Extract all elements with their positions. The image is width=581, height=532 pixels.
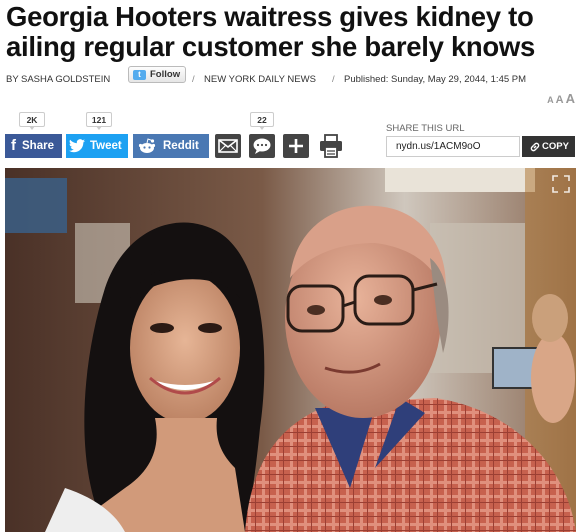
twitter-follow-button[interactable]: t Follow [128, 66, 186, 83]
article-headline: Georgia Hooters waitress gives kidney to… [6, 1, 536, 62]
printer-icon [320, 134, 342, 158]
twitter-share-count: 121 [86, 112, 112, 130]
link-icon [530, 142, 540, 152]
waitress-and-customer-photo [5, 168, 576, 532]
text-size-controls: AAA [545, 90, 575, 108]
separator: / [332, 74, 335, 85]
copy-label: COPY [542, 141, 569, 152]
reddit-share-label: Reddit [163, 140, 199, 152]
reddit-alien-icon [135, 134, 159, 158]
text-size-medium-button[interactable]: A [556, 94, 564, 106]
byline-prefix: BY [6, 74, 19, 85]
separator: / [192, 74, 195, 85]
twitter-bird-icon: t [133, 70, 146, 80]
share-url-label: SHARE THIS URL [386, 123, 465, 134]
comments-button[interactable] [249, 134, 275, 158]
twitter-bird-icon [66, 134, 88, 158]
publication-link[interactable]: NEW YORK DAILY NEWS [204, 74, 316, 85]
copy-url-button[interactable]: COPY [522, 136, 575, 157]
text-size-small-button[interactable]: A [547, 95, 554, 105]
text-size-large-button[interactable]: A [566, 91, 575, 106]
follow-label: Follow [150, 69, 181, 80]
published-date: Published: Sunday, May 29, 2044, 1:45 PM [344, 74, 527, 85]
envelope-icon [218, 139, 238, 153]
comment-count: 22 [250, 112, 274, 130]
byline: BY SASHA GOLDSTEIN t Follow / NEW YORK D… [6, 66, 581, 88]
reddit-share-button[interactable]: Reddit [133, 134, 209, 158]
twitter-share-label: Tweet [90, 140, 122, 152]
more-share-button[interactable] [283, 134, 309, 158]
plus-icon [289, 139, 303, 153]
share-url-field[interactable]: nydn.us/1ACM9oO [386, 136, 520, 157]
email-share-button[interactable] [215, 134, 241, 158]
facebook-share-count: 2K [19, 112, 45, 130]
author-link[interactable]: SASHA GOLDSTEIN [21, 74, 110, 85]
article-photo [5, 168, 576, 532]
facebook-share-label: Share [22, 140, 54, 152]
facebook-share-button[interactable]: f Share [5, 134, 62, 158]
facebook-icon: f [11, 137, 16, 154]
print-button[interactable] [318, 134, 344, 158]
comment-bubble-icon [253, 138, 271, 154]
twitter-share-button[interactable]: Tweet [66, 134, 128, 158]
